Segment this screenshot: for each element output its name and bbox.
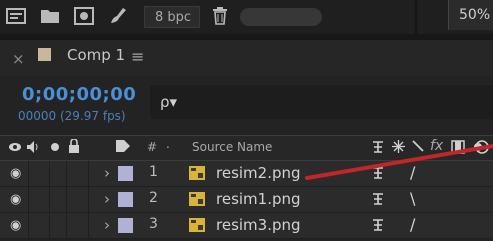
annotation-arrow-line <box>305 144 493 180</box>
